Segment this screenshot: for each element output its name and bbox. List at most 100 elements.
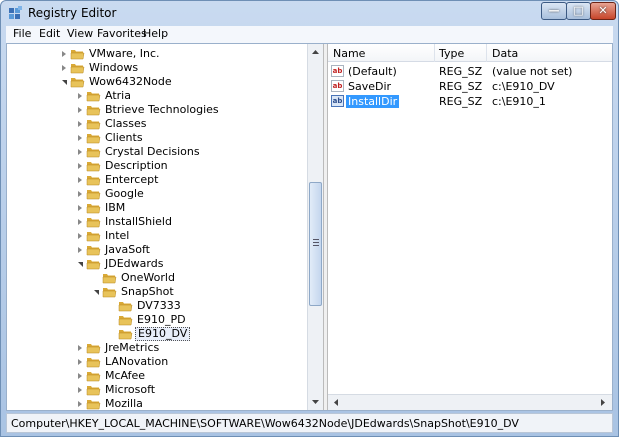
- tree-item[interactable]: Intel: [7, 229, 307, 243]
- tree-item-label: IBM: [105, 201, 126, 214]
- collapsed-arrow-icon[interactable]: [78, 401, 82, 407]
- folder-icon: [86, 176, 101, 186]
- collapsed-arrow-icon[interactable]: [62, 51, 66, 57]
- minimize-button[interactable]: —: [541, 2, 567, 20]
- column-header-type[interactable]: Type: [439, 47, 464, 60]
- folder-icon: [86, 218, 101, 228]
- collapsed-arrow-icon[interactable]: [78, 247, 82, 253]
- tree-item[interactable]: McAfee: [7, 369, 307, 383]
- tree-item[interactable]: Description: [7, 159, 307, 173]
- tree-item-label: Intel: [105, 229, 130, 242]
- tree-item[interactable]: Windows: [7, 61, 307, 75]
- folder-icon: [86, 232, 101, 242]
- tree-item[interactable]: InstallShield: [7, 215, 307, 229]
- maximize-button[interactable]: □: [566, 2, 591, 20]
- scroll-down-icon[interactable]: [308, 394, 323, 410]
- collapsed-arrow-icon[interactable]: [78, 233, 82, 239]
- tree-item[interactable]: JreMetrics: [7, 341, 307, 355]
- tree-item-label: DV7333: [137, 299, 181, 312]
- tree-item-label: JDEdwards: [105, 257, 164, 270]
- menu-view[interactable]: View: [63, 27, 97, 40]
- value-row[interactable]: ab InstallDir REG_SZ c:\E910_1: [328, 94, 612, 109]
- value-type: REG_SZ: [439, 65, 483, 78]
- menu-help[interactable]: Help: [139, 27, 172, 40]
- column-divider[interactable]: [434, 44, 435, 62]
- tree-item[interactable]: OneWorld: [7, 271, 307, 285]
- expanded-arrow-icon[interactable]: [78, 262, 83, 267]
- tree-item[interactable]: Clients: [7, 131, 307, 145]
- value-name[interactable]: InstallDir: [346, 95, 400, 108]
- tree-vertical-scrollbar[interactable]: [307, 44, 323, 410]
- tree-item-label: Btrieve Technologies: [105, 103, 219, 116]
- tree-item-label: Crystal Decisions: [105, 145, 200, 158]
- tree-scroll-thumb[interactable]: [309, 182, 322, 306]
- registry-tree[interactable]: VMware, Inc. Windows Wow6432Node Atria Btrie…: [7, 44, 323, 410]
- tree-item[interactable]: IBM: [7, 201, 307, 215]
- tree-item[interactable]: LANovation: [7, 355, 307, 369]
- tree-item[interactable]: SnapShot: [7, 285, 307, 299]
- tree-item[interactable]: Classes: [7, 117, 307, 131]
- expanded-arrow-icon[interactable]: [94, 290, 99, 295]
- tree-item[interactable]: E910_DV: [7, 327, 307, 341]
- expanded-arrow-icon[interactable]: [62, 80, 67, 85]
- collapsed-arrow-icon[interactable]: [78, 163, 82, 169]
- value-name[interactable]: (Default): [348, 65, 397, 78]
- string-value-icon: ab: [331, 80, 344, 92]
- tree-item[interactable]: Btrieve Technologies: [7, 103, 307, 117]
- column-divider[interactable]: [486, 44, 487, 62]
- scroll-left-icon[interactable]: [328, 395, 344, 410]
- collapsed-arrow-icon[interactable]: [78, 93, 82, 99]
- tree-item[interactable]: JDEdwards: [7, 257, 307, 271]
- folder-icon: [86, 358, 101, 368]
- tree-item[interactable]: Atria: [7, 89, 307, 103]
- tree-item[interactable]: Microsoft: [7, 383, 307, 397]
- folder-icon: [118, 330, 133, 340]
- value-row[interactable]: ab SaveDir REG_SZ c:\E910_DV: [328, 79, 612, 94]
- collapsed-arrow-icon[interactable]: [78, 177, 82, 183]
- tree-item[interactable]: VMware, Inc.: [7, 47, 307, 61]
- collapsed-arrow-icon[interactable]: [78, 121, 82, 127]
- menu-file[interactable]: File: [9, 27, 35, 40]
- folder-icon: [86, 92, 101, 102]
- value-name[interactable]: SaveDir: [348, 80, 391, 93]
- tree-item[interactable]: DV7333: [7, 299, 307, 313]
- collapsed-arrow-icon[interactable]: [78, 219, 82, 225]
- collapsed-arrow-icon[interactable]: [78, 373, 82, 379]
- tree-item[interactable]: Crystal Decisions: [7, 145, 307, 159]
- tree-item-label: Microsoft: [105, 383, 156, 396]
- scroll-right-icon[interactable]: [595, 395, 611, 410]
- tree-item-label: Mozilla: [105, 397, 143, 410]
- list-horizontal-scrollbar[interactable]: [328, 394, 612, 410]
- collapsed-arrow-icon[interactable]: [78, 387, 82, 393]
- folder-icon: [86, 134, 101, 144]
- folder-icon: [118, 316, 133, 326]
- tree-item[interactable]: E910_PD: [7, 313, 307, 327]
- close-button[interactable]: ✕: [590, 2, 616, 20]
- collapsed-arrow-icon[interactable]: [78, 135, 82, 141]
- collapsed-arrow-icon[interactable]: [78, 149, 82, 155]
- value-row[interactable]: ab (Default) REG_SZ (value not set): [328, 64, 612, 79]
- minimize-icon: —: [548, 4, 560, 17]
- collapsed-arrow-icon[interactable]: [78, 345, 82, 351]
- values-list[interactable]: Name Type Data ab (Default) REG_SZ (value n…: [328, 44, 612, 410]
- folder-icon: [86, 372, 101, 382]
- folder-icon: [70, 64, 85, 74]
- tree-item[interactable]: JavaSoft: [7, 243, 307, 257]
- tree-item[interactable]: Wow6432Node: [7, 75, 307, 89]
- scroll-up-icon[interactable]: [308, 44, 323, 60]
- tree-item[interactable]: Entercept: [7, 173, 307, 187]
- column-header-name[interactable]: Name: [333, 47, 365, 60]
- folder-icon: [86, 386, 101, 396]
- tree-item[interactable]: Mozilla: [7, 397, 307, 410]
- value-data: c:\E910_DV: [492, 80, 555, 93]
- title-bar[interactable]: Registry Editor — □ ✕: [1, 1, 618, 25]
- collapsed-arrow-icon[interactable]: [78, 359, 82, 365]
- collapsed-arrow-icon[interactable]: [62, 65, 66, 71]
- collapsed-arrow-icon[interactable]: [78, 107, 82, 113]
- menu-edit[interactable]: Edit: [35, 27, 64, 40]
- collapsed-arrow-icon[interactable]: [78, 191, 82, 197]
- folder-icon: [70, 78, 85, 88]
- tree-item[interactable]: Google: [7, 187, 307, 201]
- collapsed-arrow-icon[interactable]: [78, 205, 82, 211]
- column-header-data[interactable]: Data: [492, 47, 518, 60]
